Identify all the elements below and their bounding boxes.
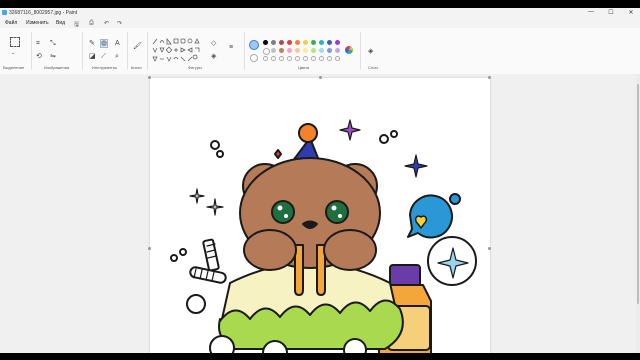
redo-icon[interactable]: ↷ [117,20,122,27]
group-label-tools: Инструменты [92,65,117,70]
vertical-scrollbar[interactable] [636,74,640,353]
color-swatch[interactable] [271,48,276,53]
color-swatch[interactable] [311,48,316,53]
color-swatch[interactable] [279,48,284,53]
color-swatch[interactable] [335,40,340,45]
flip-icon[interactable]: ⇋ [50,53,56,60]
minimize-button[interactable]: — [584,9,598,15]
color-swatch[interactable] [279,40,284,45]
group-label-selection: Выделение [3,65,25,70]
menu-bar: Файл Изменить Вид 🖫 ⎙ ↶ ↷ [0,18,640,28]
paint-window: 32687116_8002957.jpg - Paint — ☐ ✕ Файл … [0,8,640,353]
fill-icon[interactable]: ◍ [99,39,109,48]
custom-color-slot[interactable] [295,56,300,61]
color-swatch[interactable] [303,48,308,53]
group-label-shapes: Фигуры [188,65,202,70]
ribbon-separator [31,32,32,70]
color-swatch[interactable] [287,40,292,45]
custom-color-slot[interactable] [271,56,276,61]
color-swatch[interactable] [295,48,300,53]
custom-color-slot[interactable] [263,56,268,61]
shapes-gallery[interactable] [152,38,204,64]
color-swatch[interactable] [287,48,292,53]
ribbon: ⌄ Выделение ⌗ ⤡ ⟲ ⇋ Изображения ✎ ◍ A ◪ … [0,28,640,75]
ribbon-separator [82,32,83,70]
crop-icon[interactable]: ⌗ [36,40,40,47]
color-swatch[interactable] [271,40,276,45]
ribbon-separator [147,32,148,70]
ribbon-separator [127,32,128,70]
color-picker-icon[interactable]: ⟋ [101,53,106,60]
select-icon[interactable] [10,37,20,47]
drawing-canvas[interactable] [150,78,490,353]
color-swatch[interactable] [327,48,332,53]
primary-color[interactable] [249,40,259,50]
rotate-icon[interactable]: ⟲ [36,53,42,60]
undo-icon[interactable]: ↶ [104,20,109,27]
select-dropdown-icon[interactable]: ⌄ [11,50,15,57]
color-swatch[interactable] [335,48,340,53]
custom-color-slot[interactable] [327,56,332,61]
menu-edit[interactable]: Изменить [26,20,49,26]
ribbon-separator [360,32,361,70]
canvas-area [0,74,640,353]
title-bar: 32687116_8002957.jpg - Paint — ☐ ✕ [0,8,640,18]
color-swatch[interactable] [319,48,324,53]
brush-icon[interactable]: 🖌 [133,43,142,50]
layers-icon[interactable]: ◈ [368,48,373,55]
custom-color-slot[interactable] [303,56,308,61]
pencil-icon[interactable]: ✎ [89,40,95,47]
color-swatch[interactable] [311,40,316,45]
paint-app-icon [2,10,7,15]
custom-color-slot[interactable] [311,56,316,61]
resize-icon[interactable]: ⤡ [50,40,56,47]
size-icon[interactable]: ≡ [229,44,233,51]
custom-color-slot[interactable] [319,56,324,61]
bear-illustration [170,119,477,353]
shape-fill-icon[interactable]: ◈ [211,53,216,60]
color-swatch[interactable] [327,40,332,45]
resize-handle-top-right[interactable] [488,76,491,79]
ribbon-separator [244,32,245,70]
color-swatch[interactable] [295,40,300,45]
custom-color-slot[interactable] [335,56,340,61]
resize-handle-top-left[interactable] [148,76,151,79]
shape-outline-icon[interactable]: ◇ [211,40,216,47]
resize-handle-right[interactable] [488,247,491,250]
resize-handle-left[interactable] [148,247,151,250]
magnifier-icon[interactable]: ⌕ [115,53,119,60]
group-label-layers: Слои [368,65,378,70]
menu-file[interactable]: Файл [5,20,17,26]
resize-handle-top[interactable] [319,76,322,79]
group-label-brushes: Кисти [131,65,142,70]
window-title: 32687116_8002957.jpg - Paint [9,10,78,16]
color-swatch[interactable] [319,40,324,45]
text-icon[interactable]: A [115,40,120,47]
share-icon[interactable]: ⎙ [89,20,94,27]
menu-view[interactable]: Вид [56,20,65,26]
secondary-color[interactable] [250,54,258,62]
group-label-image: Изображения [44,65,70,70]
group-label-colors: Цвета [298,65,310,70]
color-swatch[interactable] [263,40,268,45]
scrollbar-thumb[interactable] [637,84,639,304]
close-button[interactable]: ✕ [624,9,638,16]
color-swatch[interactable] [303,40,308,45]
color-swatch[interactable] [263,48,270,55]
custom-color-slot[interactable] [279,56,284,61]
edit-colors-icon[interactable] [345,46,353,54]
custom-color-slot[interactable] [287,56,292,61]
eraser-icon[interactable]: ◪ [89,53,96,60]
maximize-button[interactable]: ☐ [604,9,618,16]
